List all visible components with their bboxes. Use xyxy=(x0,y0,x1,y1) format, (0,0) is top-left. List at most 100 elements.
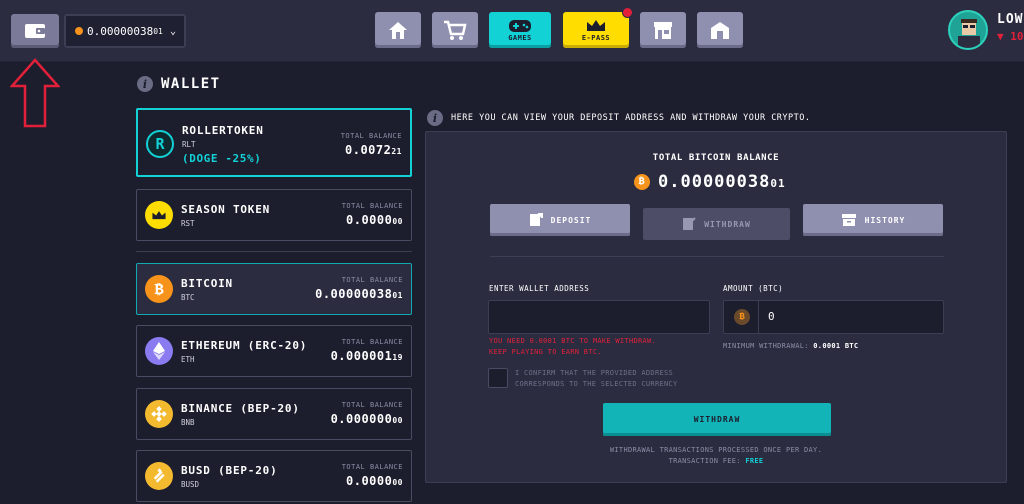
balance-selector[interactable]: 0.00000038 01 ⌄ xyxy=(64,14,186,48)
withdraw-panel: TOTAL BITCOIN BALANCE ₿ 0.0000003801 DEP… xyxy=(425,131,1007,483)
total-balance-label: TOTAL BALANCE xyxy=(341,463,403,471)
history-label: HISTORY xyxy=(864,215,906,225)
balance-value: 0.00000119 xyxy=(330,349,403,363)
top-bar: 0.00000038 01 ⌄ GAMES E-PASS LOW ▼ 10 xyxy=(0,0,1024,62)
currency-card-eth[interactable]: ETHEREUM (ERC-20) ETH TOTAL BALANCE 0.00… xyxy=(136,325,412,377)
home-icon xyxy=(389,22,407,39)
nav-epass-label: E-PASS xyxy=(581,33,611,42)
currency-card-rst[interactable]: SEASON TOKEN RST TOTAL BALANCE 0.000000 xyxy=(136,189,412,241)
crown-icon xyxy=(145,201,173,229)
currency-card-bnb[interactable]: BINANCE (BEP-20) BNB TOTAL BALANCE 0.000… xyxy=(136,388,412,440)
nav-epass[interactable]: E-PASS xyxy=(563,7,633,48)
nav-store[interactable] xyxy=(640,12,686,48)
user-avatar-icon xyxy=(958,19,980,48)
busd-icon xyxy=(145,462,173,490)
amount-label: AMOUNT (BTC) xyxy=(723,284,784,293)
currency-card-btc[interactable]: ₿ BITCOIN BTC TOTAL BALANCE 0.0000003801 xyxy=(136,263,412,315)
info-icon[interactable]: i xyxy=(427,110,443,126)
balance-value: 0.007221 xyxy=(345,143,402,157)
total-balance-value: ₿ 0.0000003801 xyxy=(634,172,786,192)
bitcoin-icon xyxy=(75,27,83,35)
store-icon xyxy=(654,22,672,39)
fee-note: TRANSACTION FEE: FREE xyxy=(668,457,764,465)
nav-marketplace[interactable] xyxy=(432,12,478,48)
currency-code: RST xyxy=(181,219,195,228)
wallet-heading: i WALLET xyxy=(137,76,221,92)
bitcoin-icon: ₿ xyxy=(145,275,173,303)
rollertoken-icon: R xyxy=(146,130,174,158)
currency-code: BUSD xyxy=(181,480,200,489)
confirm-checkbox[interactable] xyxy=(488,368,508,388)
balance-small-digits: 01 xyxy=(153,26,163,36)
currency-code: ETH xyxy=(181,355,195,364)
binance-icon xyxy=(145,400,173,428)
building-icon xyxy=(711,22,729,39)
balance-value: 0.00000000 xyxy=(330,412,403,426)
wallet-icon xyxy=(25,24,45,38)
promo-text: (DOGE -25%) xyxy=(182,152,262,165)
input-separator xyxy=(758,301,759,333)
crown-icon xyxy=(587,19,605,31)
chevron-down-icon: ⌄ xyxy=(169,25,176,37)
withdraw-icon xyxy=(683,217,696,230)
total-balance-label: TOTAL BALANCE xyxy=(340,132,402,140)
panel-note-text: HERE YOU CAN VIEW YOUR DEPOSIT ADDRESS A… xyxy=(451,113,811,123)
currency-card-busd[interactable]: BUSD (BEP-20) BUSD TOTAL BALANCE 0.00000… xyxy=(136,450,412,502)
history-button[interactable]: HISTORY xyxy=(803,204,943,236)
deposit-icon xyxy=(529,213,543,226)
address-label: ENTER WALLET ADDRESS xyxy=(489,284,590,293)
currency-name: ROLLERTOKEN xyxy=(182,124,264,137)
currency-code: BNB xyxy=(181,418,195,427)
notification-badge xyxy=(622,7,633,18)
info-icon[interactable]: i xyxy=(137,76,153,92)
divider xyxy=(136,251,412,252)
withdraw-tab[interactable]: WITHDRAW xyxy=(643,208,790,240)
balance-value: 0.000000 xyxy=(346,474,403,488)
user-level: ▼ 10 xyxy=(997,30,1024,43)
withdraw-button[interactable]: WITHDRAW xyxy=(603,403,831,436)
nav-home[interactable] xyxy=(375,12,421,48)
deposit-label: DEPOSIT xyxy=(550,215,592,225)
currency-code: RLT xyxy=(182,140,196,149)
amount-input[interactable]: ₿ 0 xyxy=(723,300,944,334)
currency-name: BITCOIN xyxy=(181,277,233,290)
error-message: YOU NEED 0.0001 BTC TO MAKE WITHDRAW. KE… xyxy=(489,337,657,356)
total-balance-label: TOTAL BALANCE xyxy=(341,338,403,346)
page-title: WALLET xyxy=(161,76,221,92)
username: LOW xyxy=(997,12,1024,27)
processing-note: WITHDRAWAL TRANSACTIONS PROCESSED ONCE P… xyxy=(609,446,823,454)
balance-value: 0.000000 xyxy=(346,213,403,227)
confirm-text: I CONFIRM THAT THE PROVIDED ADDRESS CORR… xyxy=(515,369,678,388)
currency-name: SEASON TOKEN xyxy=(181,203,271,216)
currency-name: ETHEREUM (ERC-20) xyxy=(181,339,308,352)
total-balance-label: TOTAL BALANCE xyxy=(341,276,403,284)
amount-value: 0 xyxy=(768,310,775,323)
gamepad-icon xyxy=(509,19,531,32)
wallet-button[interactable] xyxy=(11,14,59,48)
divider xyxy=(490,256,944,257)
min-withdrawal: MINIMUM WITHDRAWAL: 0.0001 BTC xyxy=(723,342,859,350)
withdraw-tab-label: WITHDRAW xyxy=(704,219,751,229)
deposit-button[interactable]: DEPOSIT xyxy=(490,204,630,236)
ethereum-icon xyxy=(145,337,173,365)
total-balance-label: TOTAL BALANCE xyxy=(341,401,403,409)
total-balance-label: TOTAL BALANCE xyxy=(341,202,403,210)
fee-value: FREE xyxy=(745,457,764,465)
nav-games[interactable]: GAMES xyxy=(489,12,551,48)
balance-value: 0.00000038 xyxy=(87,24,154,38)
wallet-address-input[interactable] xyxy=(488,300,710,334)
avatar[interactable] xyxy=(948,10,988,50)
currency-code: BTC xyxy=(181,293,195,302)
arrow-up-icon xyxy=(10,58,60,128)
currency-name: BUSD (BEP-20) xyxy=(181,464,278,477)
nav-games-label: GAMES xyxy=(508,33,532,42)
panel-note: i HERE YOU CAN VIEW YOUR DEPOSIT ADDRESS… xyxy=(427,110,811,126)
currency-name: BINANCE (BEP-20) xyxy=(181,402,300,415)
bitcoin-icon: ₿ xyxy=(734,309,750,325)
bitcoin-icon: ₿ xyxy=(634,174,650,190)
cart-icon xyxy=(444,20,467,40)
nav-hall[interactable] xyxy=(697,12,743,48)
balance-value: 0.0000003801 xyxy=(315,287,403,301)
currency-card-rlt[interactable]: R ROLLERTOKEN RLT (DOGE -25%) TOTAL BALA… xyxy=(136,108,412,177)
archive-icon xyxy=(841,214,856,226)
